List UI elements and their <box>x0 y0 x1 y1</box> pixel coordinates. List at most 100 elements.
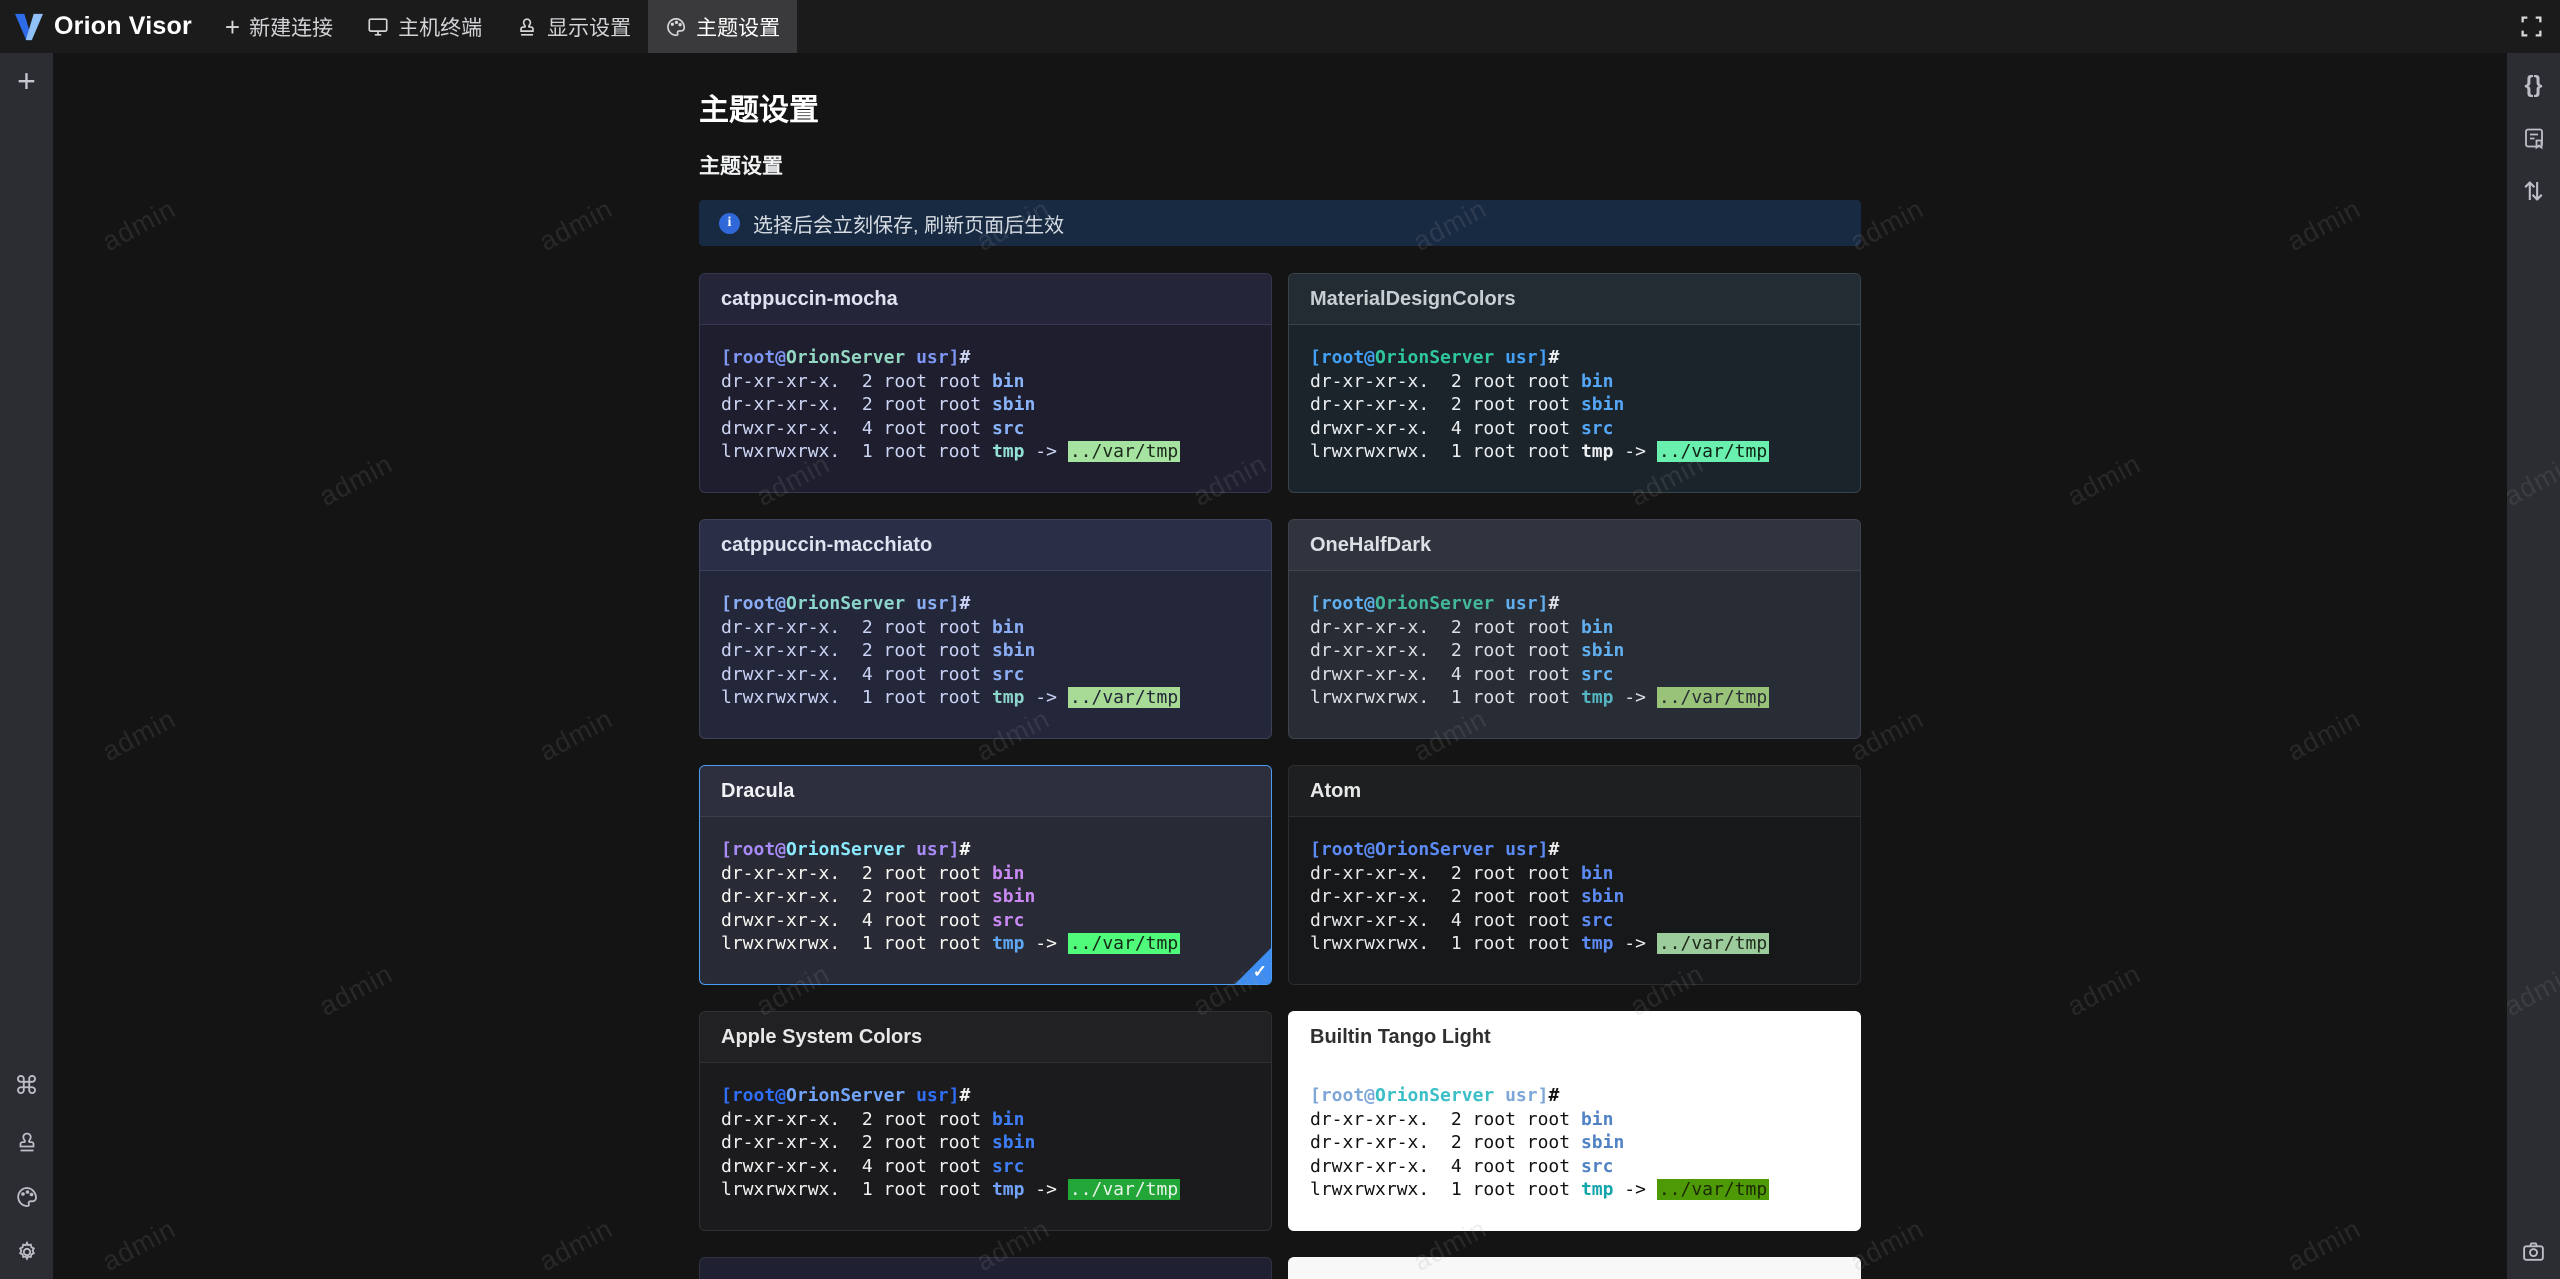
stamp-icon[interactable] <box>15 1130 39 1154</box>
plus-icon: + <box>224 11 241 42</box>
section-title: 主题设置 <box>699 155 783 178</box>
theme-card[interactable]: Builtin Tango Light [root@OrionServer us… <box>1288 1011 1861 1231</box>
theme-card-header: Dracula <box>700 766 1271 817</box>
terminal-line: dr-xr-xr-x. 2 root root bin <box>1310 1108 1614 1130</box>
theme-card[interactable]: catppuccin-macchiato [root@OrionServer u… <box>699 519 1272 739</box>
theme-terminal-preview: [root@OrionServer usr]# dr-xr-xr-x. 2 ro… <box>1289 817 1860 956</box>
terminal-line: drwxr-xr-x. 4 root root src <box>1310 1155 1614 1177</box>
palette-icon[interactable] <box>15 1185 39 1209</box>
fullscreen-icon[interactable] <box>2519 14 2544 39</box>
theme-card[interactable]: catppuccin-mocha [root@OrionServer usr]#… <box>699 273 1272 493</box>
terminal-line: drwxr-xr-x. 4 root root src <box>1310 663 1614 685</box>
theme-card[interactable]: Dracula [root@OrionServer usr]# dr-xr-xr… <box>699 765 1272 985</box>
terminal-line: dr-xr-xr-x. 2 root root bin <box>1310 370 1614 392</box>
theme-card-partial[interactable] <box>1288 1257 1861 1279</box>
terminal-line: dr-xr-xr-x. 2 root root sbin <box>721 886 1036 907</box>
theme-name: MaterialDesignColors <box>1310 287 1516 310</box>
info-banner: i 选择后会立刻保存, 刷新页面后生效 <box>699 200 1861 246</box>
main-area: 主题设置 主题设置 i 选择后会立刻保存, 刷新页面后生效 catppuccin… <box>53 53 2507 1279</box>
left-sidebar: + ⌘ <box>0 53 53 1279</box>
terminal-monitor-icon <box>367 16 389 38</box>
doc-bookmark-icon[interactable] <box>2522 126 2546 150</box>
terminal-line: dr-xr-xr-x. 2 root root bin <box>721 1108 1025 1130</box>
theme-terminal-preview: [root@OrionServer usr]# dr-xr-xr-x. 2 ro… <box>1289 1063 1860 1202</box>
terminal-prompt-line: [root@OrionServer usr]# <box>721 593 971 614</box>
terminal-prompt-line: [root@OrionServer usr]# <box>1310 593 1560 614</box>
theme-name: Apple System Colors <box>721 1025 923 1048</box>
theme-name: Dracula <box>721 779 795 802</box>
orion-visor-logo-icon <box>14 13 44 41</box>
terminal-symlink-line: lrwxrwxrwx. 1 root root tmp -> ../var/tm… <box>1310 687 1770 708</box>
terminal-symlink-line: lrwxrwxrwx. 1 root root tmp -> ../var/tm… <box>721 441 1181 462</box>
theme-card-partial[interactable] <box>699 1257 1272 1279</box>
terminal-line: drwxr-xr-x. 4 root root src <box>1310 417 1614 439</box>
theme-terminal-preview: [root@OrionServer usr]# dr-xr-xr-x. 2 ro… <box>1289 571 1860 710</box>
terminal-line: dr-xr-xr-x. 2 root root bin <box>721 616 1025 638</box>
theme-name: Atom <box>1310 779 1362 802</box>
braces-icon[interactable]: {} <box>2525 73 2543 96</box>
terminal-symlink-line: lrwxrwxrwx. 1 root root tmp -> ../var/tm… <box>1310 1179 1770 1200</box>
theme-card-header: MaterialDesignColors <box>1289 274 1860 325</box>
terminal-line: dr-xr-xr-x. 2 root root sbin <box>1310 394 1625 415</box>
command-icon[interactable]: ⌘ <box>14 1074 39 1099</box>
tab-host-terminal[interactable]: 主机终端 <box>350 0 499 53</box>
camera-icon[interactable] <box>2521 1239 2546 1264</box>
terminal-line: dr-xr-xr-x. 2 root root bin <box>721 862 1025 884</box>
theme-terminal-preview: [root@OrionServer usr]# dr-xr-xr-x. 2 ro… <box>700 571 1271 710</box>
theme-card-header: Apple System Colors <box>700 1012 1271 1063</box>
terminal-prompt-line: [root@OrionServer usr]# <box>1310 347 1560 368</box>
terminal-line: drwxr-xr-x. 4 root root src <box>721 909 1025 931</box>
theme-name: Builtin Tango Light <box>1310 1025 1491 1048</box>
terminal-symlink-line: lrwxrwxrwx. 1 root root tmp -> ../var/tm… <box>721 1179 1181 1200</box>
theme-card-header: OneHalfDark <box>1289 520 1860 571</box>
terminal-line: drwxr-xr-x. 4 root root src <box>721 417 1025 439</box>
tab-theme-settings[interactable]: 主题设置 <box>648 0 798 53</box>
terminal-prompt-line: [root@OrionServer usr]# <box>1310 839 1560 860</box>
page-title: 主题设置 <box>699 94 819 127</box>
terminal-line: dr-xr-xr-x. 2 root root sbin <box>721 640 1036 661</box>
stamp-icon <box>516 16 538 38</box>
theme-card[interactable]: Apple System Colors [root@OrionServer us… <box>699 1011 1272 1231</box>
theme-card-header: catppuccin-mocha <box>700 274 1271 325</box>
selected-check-icon: ✓ <box>1252 962 1267 981</box>
tab-label: 新建连接 <box>249 16 334 40</box>
tab-label: 主题设置 <box>696 16 781 40</box>
terminal-line: dr-xr-xr-x. 2 root root bin <box>1310 862 1614 884</box>
terminal-line: dr-xr-xr-x. 2 root root sbin <box>721 394 1036 415</box>
tab-display-settings[interactable]: 显示设置 <box>499 0 648 53</box>
terminal-line: drwxr-xr-x. 4 root root src <box>721 1155 1025 1177</box>
right-sidebar: {} ⇅ <box>2507 53 2560 1279</box>
top-header: Orion Visor + 新建连接 主机终端 显示设置 主题设置 <box>0 0 2560 53</box>
tab-label: 主机终端 <box>398 16 483 40</box>
terminal-line: dr-xr-xr-x. 2 root root bin <box>721 370 1025 392</box>
theme-card-header: catppuccin-macchiato <box>700 520 1271 571</box>
theme-terminal-preview: [root@OrionServer usr]# dr-xr-xr-x. 2 ro… <box>700 325 1271 464</box>
terminal-symlink-line: lrwxrwxrwx. 1 root root tmp -> ../var/tm… <box>721 687 1181 708</box>
brand-name: Orion Visor <box>54 12 192 40</box>
sort-arrows-icon[interactable]: ⇅ <box>2523 180 2544 205</box>
tab-new-connection[interactable]: + 新建连接 <box>208 0 350 53</box>
terminal-symlink-line: lrwxrwxrwx. 1 root root tmp -> ../var/tm… <box>1310 933 1770 954</box>
terminal-symlink-line: lrwxrwxrwx. 1 root root tmp -> ../var/tm… <box>721 933 1181 954</box>
terminal-prompt-line: [root@OrionServer usr]# <box>721 1085 971 1106</box>
terminal-prompt-line: [root@OrionServer usr]# <box>721 839 971 860</box>
theme-card[interactable]: Atom [root@OrionServer usr]# dr-xr-xr-x.… <box>1288 765 1861 985</box>
terminal-symlink-line: lrwxrwxrwx. 1 root root tmp -> ../var/tm… <box>1310 441 1770 462</box>
info-icon: i <box>719 212 740 234</box>
terminal-line: drwxr-xr-x. 4 root root src <box>1310 909 1614 931</box>
theme-terminal-preview: [root@OrionServer usr]# dr-xr-xr-x. 2 ro… <box>1289 325 1860 464</box>
terminal-prompt-line: [root@OrionServer usr]# <box>721 347 971 368</box>
brand[interactable]: Orion Visor <box>14 12 192 41</box>
header-tabs: + 新建连接 主机终端 显示设置 主题设置 <box>208 0 798 53</box>
theme-name: catppuccin-mocha <box>721 287 898 310</box>
theme-card[interactable]: OneHalfDark [root@OrionServer usr]# dr-x… <box>1288 519 1861 739</box>
theme-card[interactable]: MaterialDesignColors [root@OrionServer u… <box>1288 273 1861 493</box>
terminal-line: dr-xr-xr-x. 2 root root sbin <box>1310 886 1625 907</box>
theme-terminal-preview: [root@OrionServer usr]# dr-xr-xr-x. 2 ro… <box>700 817 1271 956</box>
theme-name: catppuccin-macchiato <box>721 533 933 556</box>
gear-icon[interactable] <box>15 1240 39 1264</box>
plus-icon[interactable]: + <box>17 65 36 97</box>
info-banner-text: 选择后会立刻保存, 刷新页面后生效 <box>753 214 1065 237</box>
terminal-line: dr-xr-xr-x. 2 root root sbin <box>721 1132 1036 1153</box>
orion-visor-app: Orion Visor + 新建连接 主机终端 显示设置 主题设置 + ⌘ {}… <box>0 0 2560 1279</box>
